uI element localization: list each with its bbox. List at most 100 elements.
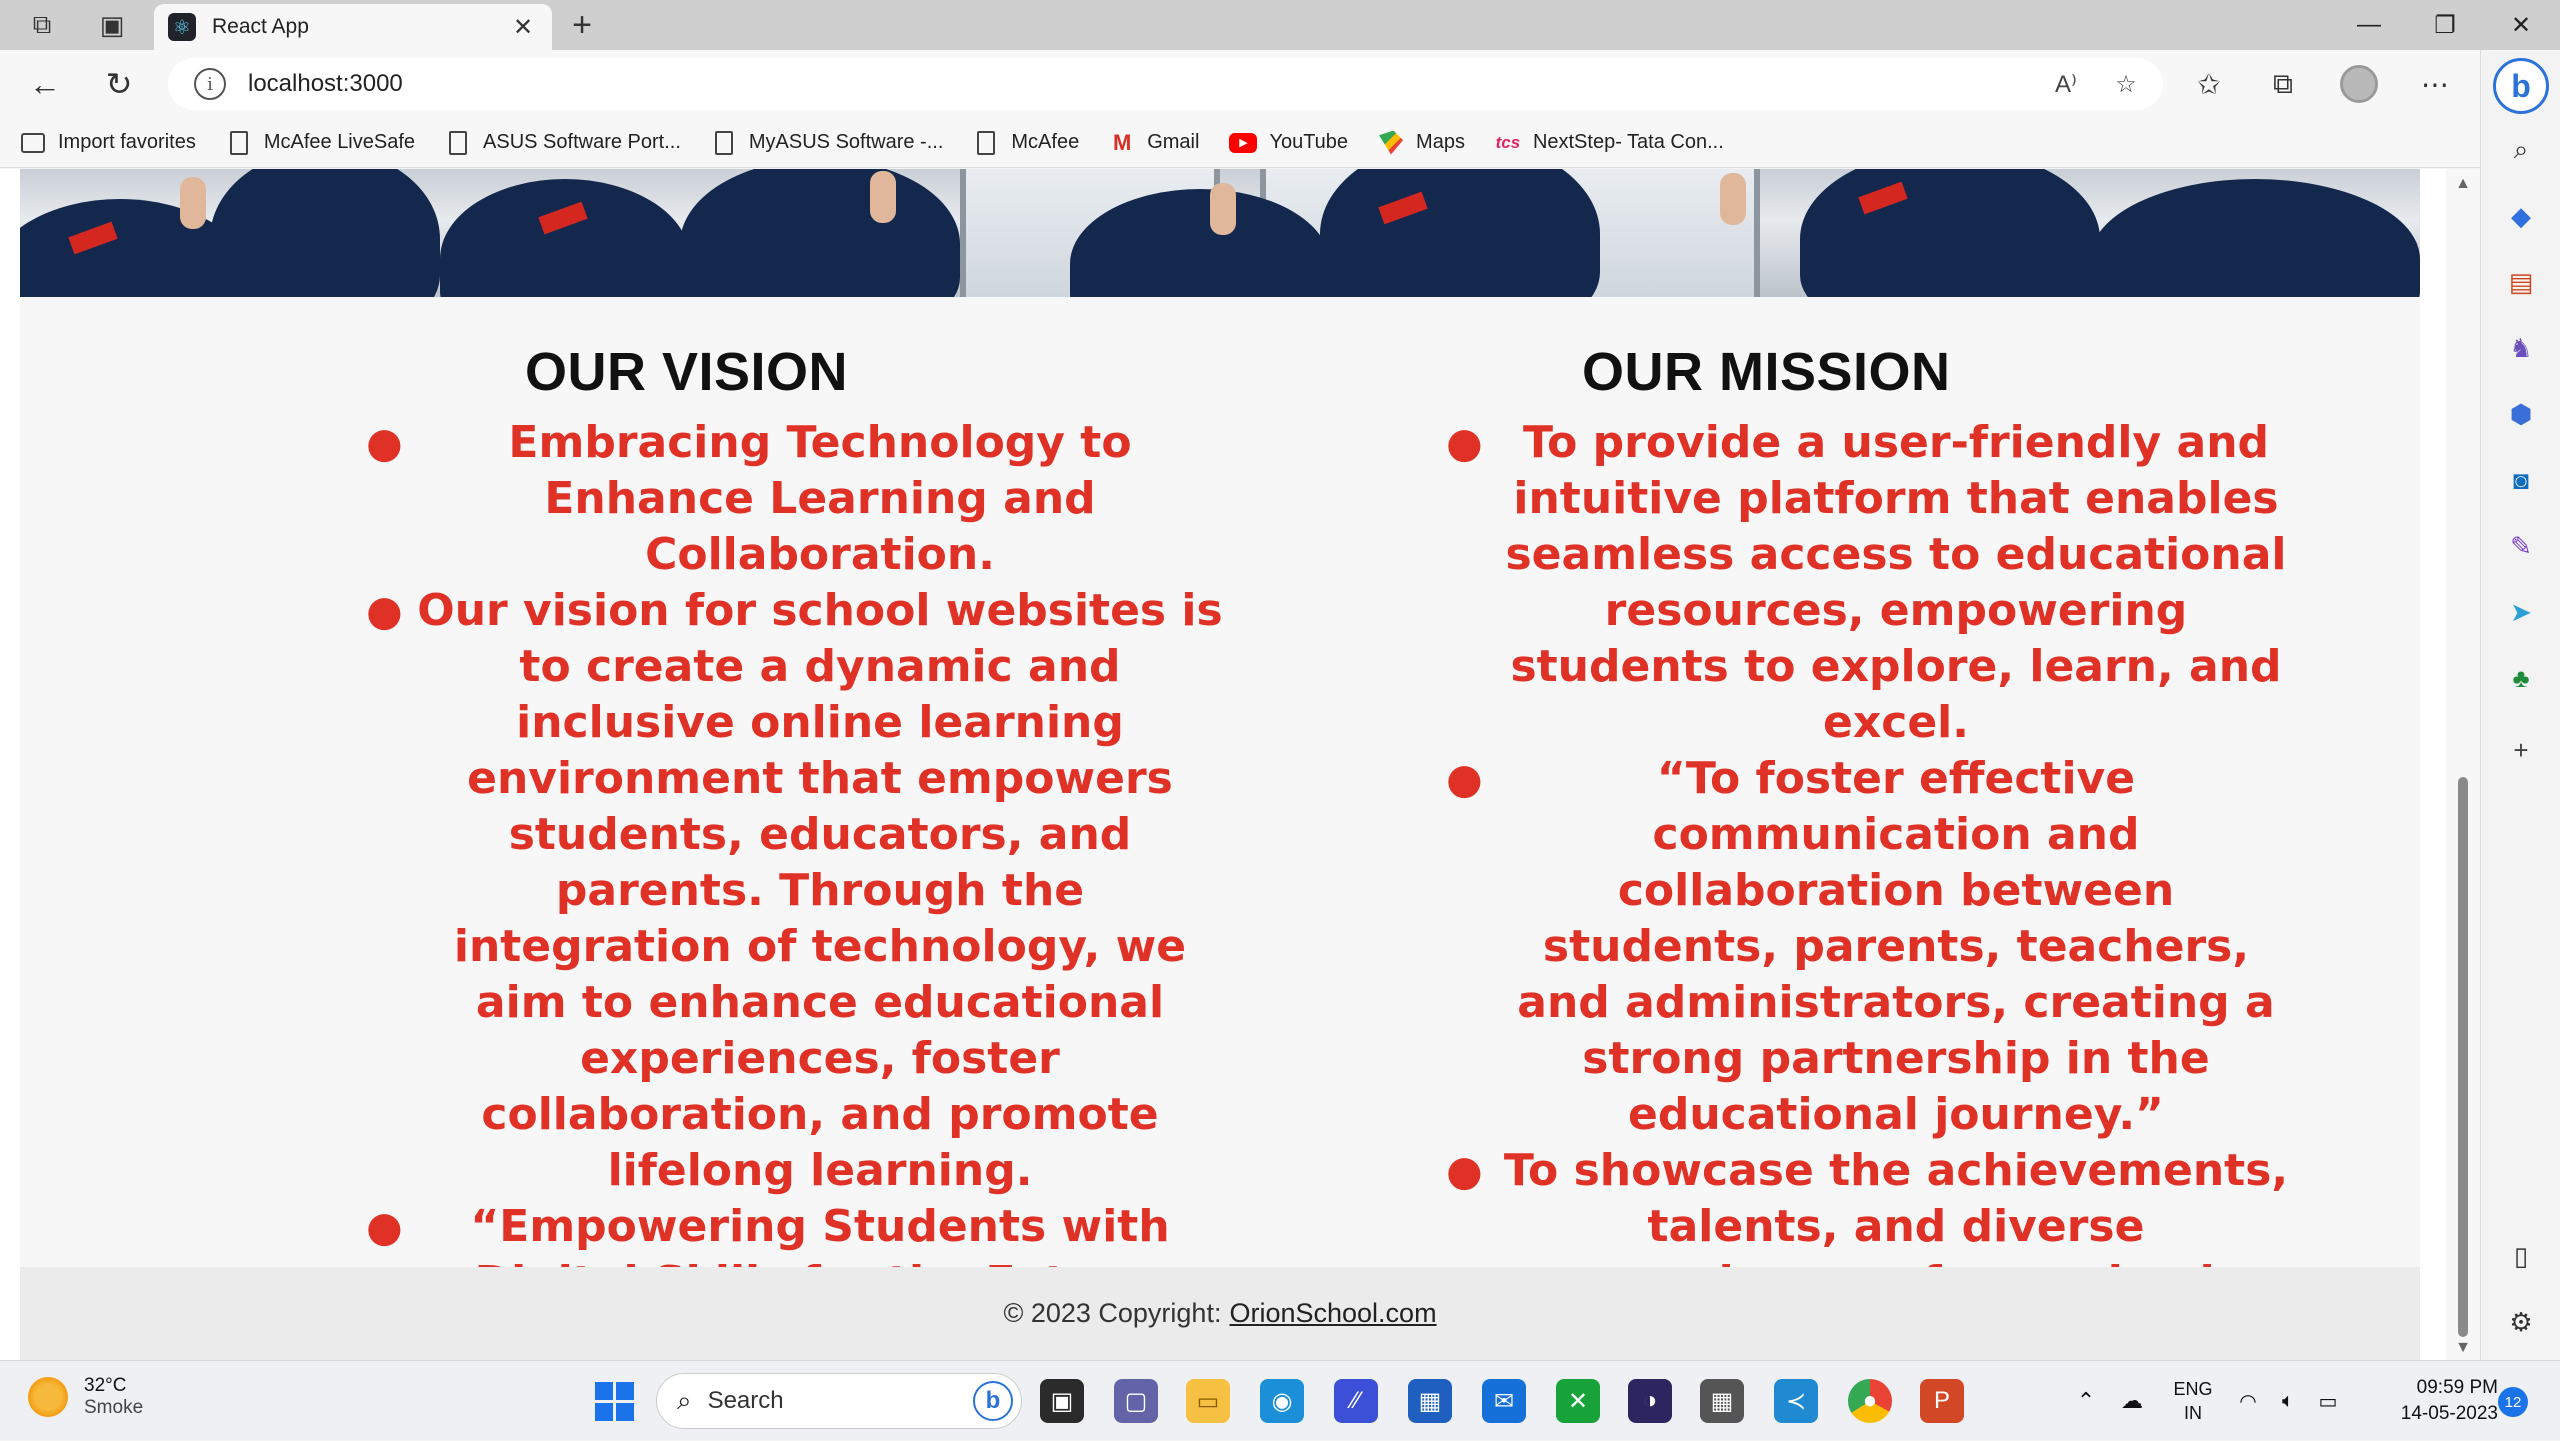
calculator-icon[interactable]: ▦ bbox=[1700, 1379, 1744, 1423]
tab-title: React App bbox=[212, 15, 309, 38]
telegram-icon[interactable]: ➤ bbox=[2501, 592, 2541, 632]
tab-react-app[interactable]: ⚛ React App ✕ bbox=[154, 4, 552, 50]
tab-actions-icon[interactable]: ▣ bbox=[90, 7, 134, 43]
page-icon bbox=[445, 130, 471, 156]
bookmark-label: YouTube bbox=[1269, 131, 1349, 153]
read-aloud-icon[interactable]: A⁾ bbox=[2043, 70, 2089, 99]
bookmark-label: McAfee bbox=[1011, 131, 1080, 153]
weather-temp: 32°C bbox=[84, 1375, 127, 1396]
collections-icon[interactable]: ⧉ bbox=[2260, 62, 2306, 106]
tree-icon[interactable]: ♣ bbox=[2501, 658, 2541, 698]
file-explorer-icon[interactable]: ▭ bbox=[1186, 1379, 1230, 1423]
tcs-icon: tcs bbox=[1495, 132, 1521, 152]
bookmark-label: Gmail bbox=[1147, 131, 1200, 153]
bookmark-maps[interactable]: Maps bbox=[1378, 130, 1465, 156]
address-bar[interactable]: i localhost:3000 A⁾ ☆ bbox=[168, 58, 2163, 110]
chevron-up-icon[interactable]: ⌃ bbox=[2066, 1388, 2106, 1414]
scroll-down-icon[interactable]: ▼ bbox=[2454, 1339, 2472, 1357]
games-icon[interactable]: ♞ bbox=[2501, 328, 2541, 368]
outlook-icon[interactable]: ◙ bbox=[2501, 460, 2541, 500]
volume-icon[interactable]: 🔈︎ bbox=[2268, 1390, 2308, 1413]
vision-item-text: Our vision for school websites is to cre… bbox=[417, 585, 1223, 1196]
bookmark-myasus-software[interactable]: MyASUS Software -... bbox=[711, 130, 944, 156]
refresh-icon[interactable]: ↻ bbox=[96, 62, 142, 106]
app-blue-icon[interactable]: ⁄⁄ bbox=[1334, 1379, 1378, 1423]
more-options-icon[interactable]: ⋯ bbox=[2412, 62, 2458, 106]
language-indicator[interactable]: ENG IN bbox=[2158, 1377, 2228, 1425]
bookmark-gmail[interactable]: M Gmail bbox=[1109, 130, 1199, 156]
address-text[interactable]: localhost:3000 bbox=[248, 70, 2043, 98]
mail-icon[interactable]: ✉ bbox=[1482, 1379, 1526, 1423]
footer-link[interactable]: OrionSchool.com bbox=[1229, 1298, 1436, 1329]
restore-button[interactable]: ❐ bbox=[2408, 0, 2482, 50]
taskbar: 32°C Smoke ⌕ Search b ▣ ▢ ▭ ◉ ⁄⁄ ▦ ✉ ✕ ◑… bbox=[0, 1360, 2560, 1440]
minimize-button[interactable]: — bbox=[2332, 0, 2406, 50]
powerpoint-icon[interactable]: P bbox=[1920, 1379, 1964, 1423]
workspaces-icon[interactable]: ⧉ bbox=[20, 7, 64, 43]
vscode-icon[interactable]: ≺ bbox=[1774, 1379, 1818, 1423]
page-scrollbar[interactable]: ▲ ▼ bbox=[2446, 169, 2480, 1360]
gmail-icon: M bbox=[1113, 129, 1132, 155]
search-icon[interactable]: ⌕ bbox=[2501, 130, 2541, 170]
xbox-icon[interactable]: ✕ bbox=[1556, 1379, 1600, 1423]
new-tab-button[interactable]: + bbox=[560, 6, 604, 44]
profile-button[interactable] bbox=[2336, 62, 2382, 106]
search-icon: ⌕ bbox=[677, 1385, 692, 1415]
system-clock[interactable]: 09:59 PM 14-05-2023 bbox=[2380, 1375, 2498, 1427]
onedrive-icon[interactable]: ☁ bbox=[2106, 1388, 2158, 1414]
battery-icon[interactable]: ▭ bbox=[2308, 1389, 2348, 1414]
edge-browser-icon[interactable]: ◉ bbox=[1260, 1379, 1304, 1423]
eclipse-icon[interactable]: ◑ bbox=[1628, 1379, 1672, 1423]
split-screen-icon[interactable]: ▯ bbox=[2501, 1236, 2541, 1276]
bookmark-label: MyASUS Software -... bbox=[748, 131, 944, 153]
notification-badge[interactable]: 12 bbox=[2498, 1387, 2528, 1417]
teams-chat-icon[interactable]: ▢ bbox=[1114, 1379, 1158, 1423]
bookmark-asus-software[interactable]: ASUS Software Port... bbox=[445, 130, 681, 156]
vision-heading: OUR VISION bbox=[525, 342, 849, 402]
favorites-icon[interactable]: ✩ bbox=[2186, 62, 2232, 106]
chrome-icon[interactable]: ● bbox=[1848, 1379, 1892, 1423]
add-favorite-icon[interactable]: ☆ bbox=[2103, 70, 2149, 99]
bookmark-nextstep-tcs[interactable]: tcs NextStep- Tata Con... bbox=[1495, 130, 1724, 156]
close-window-button[interactable]: ✕ bbox=[2484, 0, 2558, 50]
edge-sidebar: b ⌕ ◆ ▤ ♞ ⬢ ◙ ✎ ➤ ♣ + ▯ ⚙ bbox=[2480, 50, 2560, 1360]
microsoft-365-icon[interactable]: ⬢ bbox=[2501, 394, 2541, 434]
tools-icon[interactable]: ▤ bbox=[2501, 262, 2541, 302]
clock-date: 14-05-2023 bbox=[2400, 1403, 2498, 1424]
designer-icon[interactable]: ✎ bbox=[2501, 526, 2541, 566]
bookmark-import-favorites[interactable]: Import favorites bbox=[20, 130, 196, 156]
vision-item-text: Embracing Technology to Enhance Learning… bbox=[508, 417, 1132, 580]
page-icon bbox=[226, 130, 252, 156]
back-arrow-icon[interactable]: ← bbox=[22, 62, 68, 106]
bing-icon: b bbox=[973, 1381, 1013, 1421]
bing-chat-icon[interactable]: b bbox=[2493, 58, 2549, 114]
bullet-icon: ● bbox=[1446, 418, 1483, 467]
scroll-up-icon[interactable]: ▲ bbox=[2454, 175, 2472, 193]
start-windows-icon[interactable] bbox=[592, 1379, 636, 1423]
shopping-icon[interactable]: ◆ bbox=[2501, 196, 2541, 236]
bookmark-mcafee[interactable]: McAfee bbox=[973, 130, 1079, 156]
scroll-thumb[interactable] bbox=[2458, 777, 2468, 1337]
taskbar-search[interactable]: ⌕ Search b bbox=[656, 1373, 1022, 1429]
weather-widget[interactable]: 32°C Smoke bbox=[28, 1375, 143, 1419]
add-icon[interactable]: + bbox=[2501, 730, 2541, 770]
microsoft-store-icon[interactable]: ▦ bbox=[1408, 1379, 1452, 1423]
vision-item: ● Our vision for school websites is to c… bbox=[366, 583, 1224, 1199]
weather-sun-icon bbox=[28, 1377, 68, 1417]
navigation-bar: ← ↻ i localhost:3000 A⁾ ☆ ✩ ⧉ ⋯ bbox=[0, 50, 2480, 118]
import-favorites-icon bbox=[20, 130, 46, 156]
task-view-icon[interactable]: ▣ bbox=[1040, 1379, 1084, 1423]
bookmark-youtube[interactable]: ▶ YouTube bbox=[1229, 131, 1348, 154]
lang-text: ENG bbox=[2173, 1379, 2213, 1399]
bookmark-mcafee-livesafe[interactable]: McAfee LiveSafe bbox=[226, 130, 415, 156]
page-icon bbox=[711, 130, 737, 156]
bullet-icon: ● bbox=[1446, 754, 1483, 803]
mission-item: ● “To foster effective communication and… bbox=[1446, 751, 2296, 1143]
weather-condition: Smoke bbox=[84, 1397, 144, 1418]
site-info-icon[interactable]: i bbox=[194, 68, 226, 100]
page-icon bbox=[973, 130, 999, 156]
settings-gear-icon[interactable]: ⚙ bbox=[2501, 1302, 2541, 1342]
close-tab-icon[interactable]: ✕ bbox=[508, 13, 538, 42]
wifi-icon[interactable]: ◠ bbox=[2228, 1389, 2268, 1414]
bookmark-label: Import favorites bbox=[58, 131, 196, 153]
